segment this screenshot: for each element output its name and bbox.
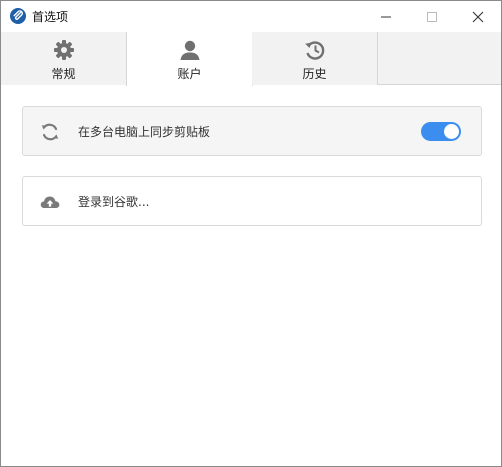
tab-account[interactable]: 账户: [126, 32, 253, 86]
minimize-icon: [381, 16, 391, 17]
tab-history[interactable]: 历史: [252, 32, 378, 85]
sync-icon: [39, 121, 61, 143]
tab-bar: 常规 账户 历史: [1, 32, 501, 86]
login-google-row[interactable]: 登录到谷歌...: [22, 176, 482, 226]
user-icon: [178, 38, 202, 62]
login-label: 登录到谷歌...: [78, 195, 150, 209]
cloud-upload-icon: [39, 191, 61, 213]
preferences-window: 首选项 常规 账户 历史 在多台电脑上同步剪贴板 登录到谷歌...: [0, 0, 502, 467]
paperclip-icon: [10, 8, 26, 24]
gear-icon: [52, 38, 76, 62]
sync-setting-row: 在多台电脑上同步剪贴板: [22, 106, 482, 156]
sync-toggle[interactable]: [421, 122, 461, 141]
tab-general[interactable]: 常规: [1, 32, 127, 85]
minimize-button[interactable]: [363, 1, 409, 32]
tab-general-label: 常规: [51, 67, 76, 81]
close-button[interactable]: [455, 1, 501, 32]
maximize-icon: [427, 11, 437, 22]
close-icon: [472, 11, 484, 22]
window-title: 首选项: [32, 10, 69, 24]
sync-label: 在多台电脑上同步剪贴板: [78, 125, 211, 139]
tab-history-label: 历史: [302, 67, 327, 81]
history-icon: [303, 38, 327, 62]
title-bar[interactable]: 首选项: [1, 1, 501, 32]
tab-account-label: 账户: [177, 67, 202, 81]
maximize-button[interactable]: [409, 1, 455, 32]
toggle-knob: [444, 124, 459, 139]
